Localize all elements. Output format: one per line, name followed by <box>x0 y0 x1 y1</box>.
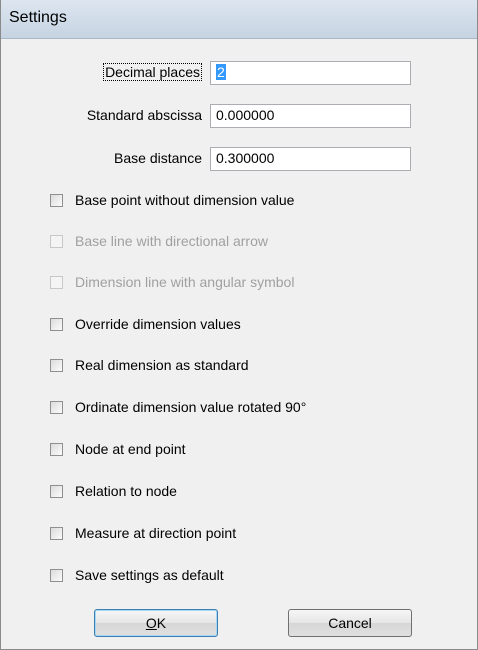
checkbox-node-at-end-point[interactable]: Node at end point <box>50 439 186 459</box>
checkbox-label: Measure at direction point <box>75 525 237 541</box>
ok-mnemonic: O <box>145 615 157 631</box>
checkbox-box[interactable] <box>50 526 63 540</box>
standard-abscissa-input[interactable]: 0.000000 <box>210 104 411 128</box>
checkbox-label: Real dimension as standard <box>75 357 249 373</box>
decimal-places-label: Decimal places <box>103 63 202 81</box>
title-bar[interactable]: Settings <box>1 0 477 39</box>
checkbox-label: Override dimension values <box>75 316 241 332</box>
cancel-button[interactable]: Cancel <box>288 609 412 637</box>
checkbox-box[interactable] <box>50 358 63 372</box>
checkbox-label: Base point without dimension value <box>75 192 295 208</box>
checkbox-box <box>50 234 63 248</box>
checkbox-box[interactable] <box>50 484 63 498</box>
checkbox-box[interactable] <box>50 193 63 207</box>
window-title: Settings <box>9 9 67 26</box>
settings-dialog: Settings Decimal places 2 Standard absci… <box>0 0 478 650</box>
checkbox-base-point-without-dimension-value[interactable]: Base point without dimension value <box>50 190 294 210</box>
checkbox-box[interactable] <box>50 317 63 331</box>
checkbox-label: Base line with directional arrow <box>75 233 268 249</box>
checkbox-measure-at-direction-point[interactable]: Measure at direction point <box>50 523 236 543</box>
checkbox-ordinate-dimension-value-rotated[interactable]: Ordinate dimension value rotated 90° <box>50 397 306 417</box>
checkbox-label: Save settings as default <box>75 567 224 583</box>
checkbox-label: Node at end point <box>75 441 186 457</box>
ok-label-rest: K <box>156 615 167 631</box>
checkbox-box <box>50 275 63 289</box>
standard-abscissa-label: Standard abscissa <box>86 107 202 123</box>
checkbox-box[interactable] <box>50 568 63 582</box>
checkbox-label: Relation to node <box>75 483 177 499</box>
decimal-places-input[interactable]: 2 <box>210 61 411 85</box>
checkbox-label: Ordinate dimension value rotated 90° <box>75 399 307 415</box>
checkbox-base-line-with-directional-arrow: Base line with directional arrow <box>50 231 268 251</box>
base-distance-input[interactable]: 0.300000 <box>210 147 411 171</box>
ok-button[interactable]: OK <box>94 609 218 637</box>
checkbox-real-dimension-as-standard[interactable]: Real dimension as standard <box>50 355 249 375</box>
checkbox-override-dimension-values[interactable]: Override dimension values <box>50 314 241 334</box>
checkbox-save-settings-as-default[interactable]: Save settings as default <box>50 565 224 585</box>
base-distance-label: Base distance <box>114 150 202 166</box>
checkbox-box[interactable] <box>50 400 63 414</box>
checkbox-box[interactable] <box>50 442 63 456</box>
checkbox-label: Dimension line with angular symbol <box>75 274 295 290</box>
checkbox-relation-to-node[interactable]: Relation to node <box>50 481 177 501</box>
checkbox-dimension-line-with-angular-symbol: Dimension line with angular symbol <box>50 272 294 292</box>
